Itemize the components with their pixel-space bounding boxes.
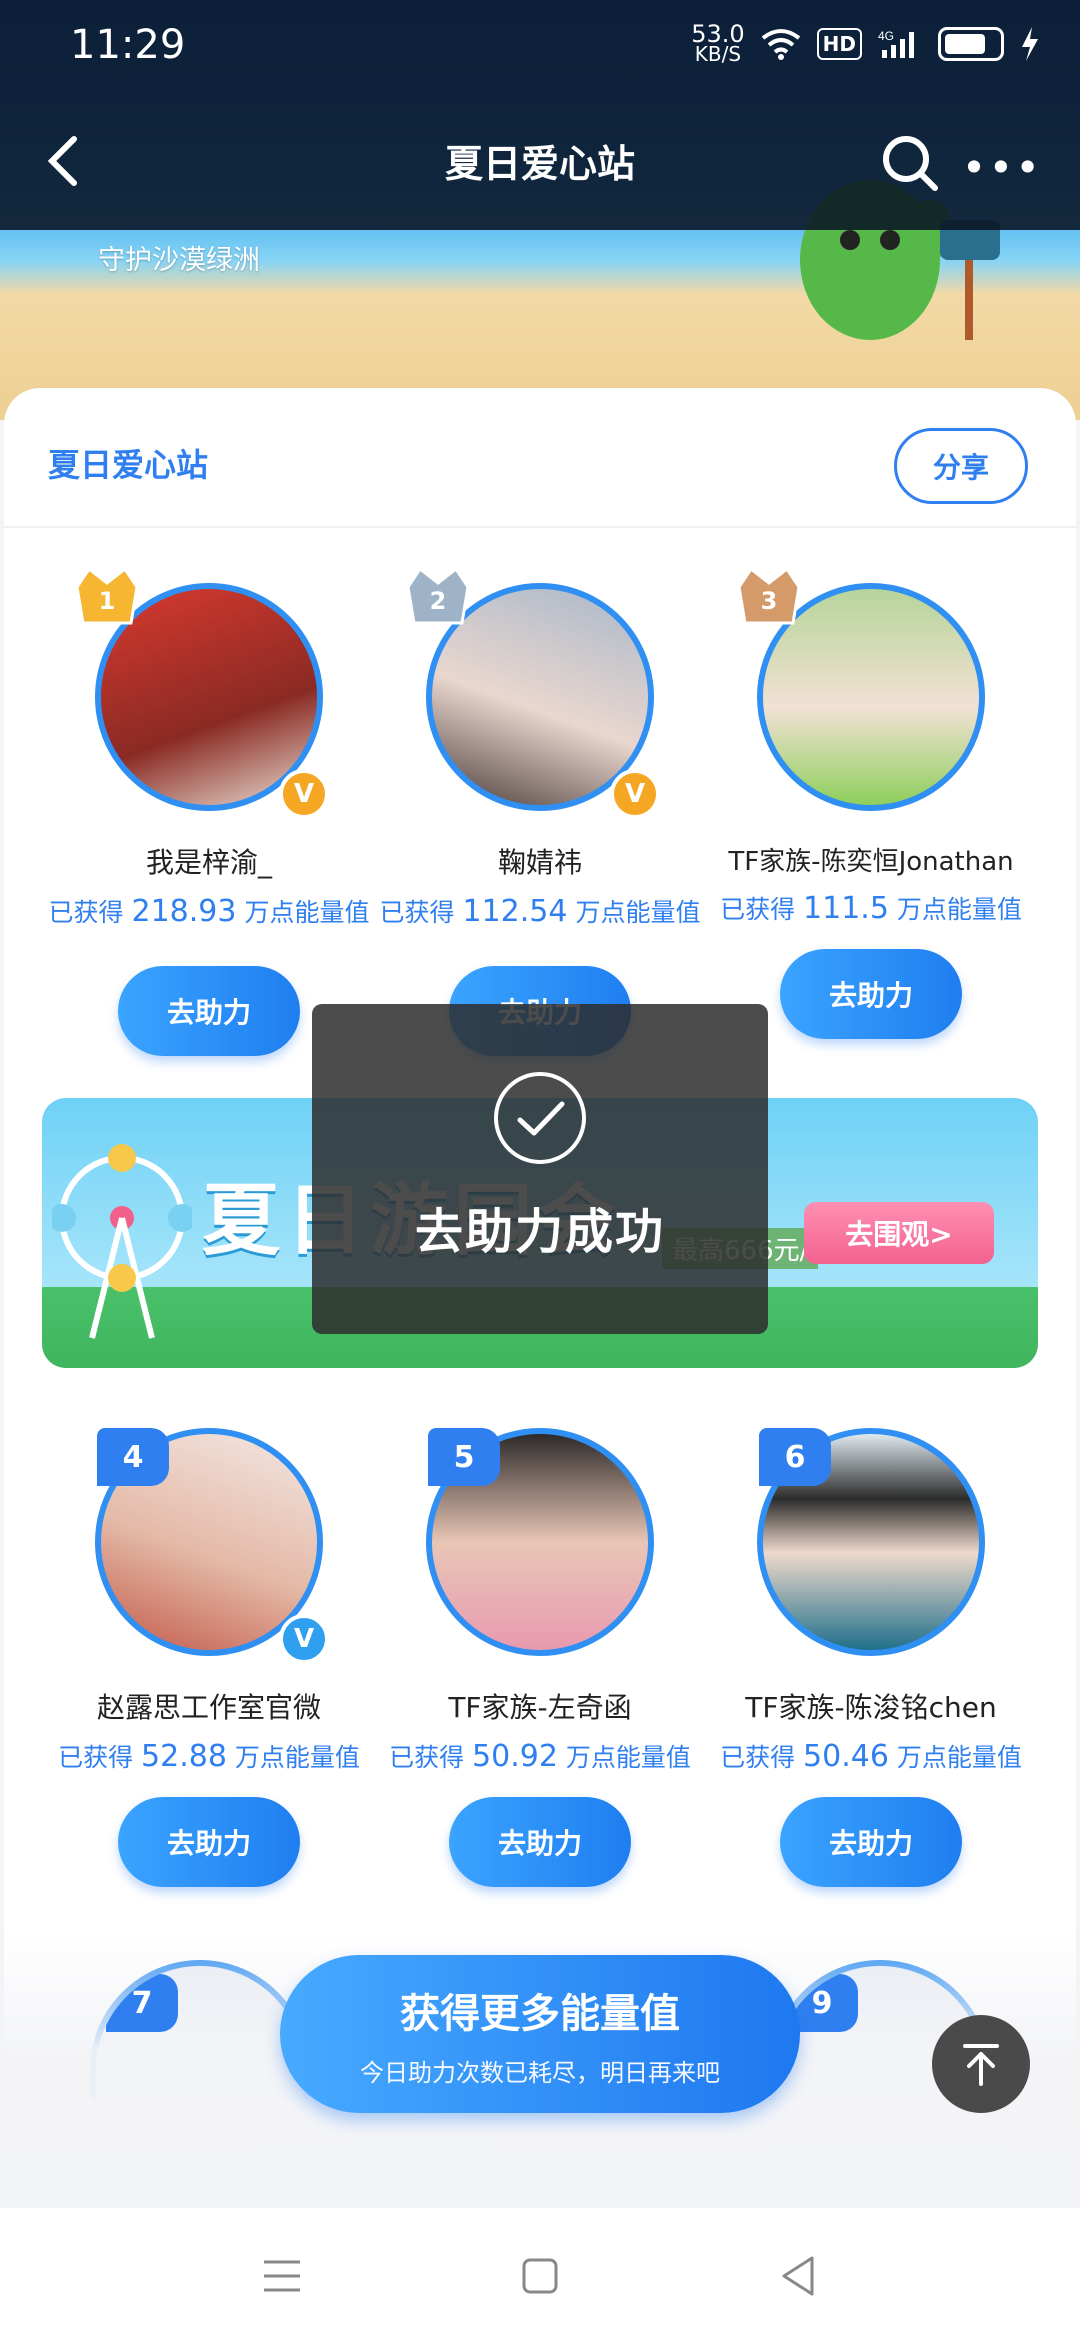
energy-value: 111.5: [803, 891, 889, 926]
top-nav: 夏日爱心站 •••: [0, 115, 1080, 205]
speed-unit: KB/S: [694, 42, 742, 66]
network-speed: 53.0 KB/S: [691, 20, 745, 66]
card-title: 夏日爱心站: [48, 446, 209, 484]
help-button[interactable]: 去助力: [449, 1797, 631, 1887]
back-to-top-button[interactable]: [932, 2015, 1030, 2113]
rank-badge: 7: [106, 1974, 178, 2032]
success-toast: 去助力成功: [312, 1004, 768, 1334]
energy-suffix: 万点能量值: [244, 898, 370, 927]
wifi-icon: [761, 29, 800, 60]
verified-gold-icon: V: [610, 769, 660, 819]
help-button[interactable]: 去助力: [118, 966, 300, 1056]
energy-prefix: 已获得: [389, 1743, 465, 1772]
charging-icon: [1022, 27, 1038, 61]
banner-watch-button[interactable]: 去围观>: [804, 1202, 994, 1264]
speed-value: 53.0: [691, 20, 745, 48]
divider: [4, 526, 1076, 528]
star-name: TF家族-陈奕恒Jonathan: [728, 847, 1014, 877]
energy-text: 已获得 218.93 万点能量值: [44, 893, 374, 932]
toast-text: 去助力成功: [414, 1204, 665, 1260]
energy-text: 已获得 52.88 万点能量值: [44, 1738, 374, 1777]
energy-suffix: 万点能量值: [234, 1743, 360, 1772]
star-card-3: 3 TF家族-陈奕恒Jonathan 已获得 111.5 万点能量值 去助力: [706, 566, 1036, 1039]
status-icons: 53.0 KB/S HD 4G: [691, 20, 1040, 66]
energy-value: 50.92: [472, 1739, 558, 1774]
star-card-4: 4 V 赵露思工作室官微 已获得 52.88 万点能量值 去助力: [44, 1428, 374, 1887]
energy-value: 218.93: [131, 894, 237, 929]
rank-badge: 6: [759, 1428, 831, 1486]
back-triangle-icon[interactable]: [774, 2252, 822, 2300]
energy-prefix: 已获得: [58, 1743, 134, 1772]
energy-prefix: 已获得: [48, 898, 124, 927]
svg-text:4G: 4G: [878, 29, 894, 43]
star-card-6: 6 TF家族-陈浚铭chen 已获得 50.46 万点能量值 去助力: [706, 1428, 1036, 1887]
energy-suffix: 万点能量值: [575, 898, 701, 927]
menu-icon[interactable]: [258, 2252, 306, 2300]
star-name: TF家族-左奇函: [448, 1691, 632, 1724]
star-card-5: 5 TF家族-左奇函 已获得 50.92 万点能量值 去助力: [375, 1428, 705, 1887]
energy-prefix: 已获得: [379, 898, 455, 927]
energy-text: 已获得 111.5 万点能量值: [706, 890, 1036, 929]
help-button[interactable]: 去助力: [118, 1797, 300, 1887]
signal-icon: 4G: [878, 29, 914, 58]
star-name: 鞠婧祎: [497, 846, 582, 879]
page: 11:29 53.0 KB/S HD 4G 夏日爱心站 ••• 守护沙漠绿洲 夏…: [0, 0, 1080, 2340]
share-button[interactable]: 分享: [894, 428, 1028, 504]
rank-badge: 5: [428, 1428, 500, 1486]
energy-prefix: 已获得: [720, 895, 796, 924]
star-name: TF家族-陈浚铭chen: [745, 1691, 997, 1724]
battery-icon: [938, 27, 1004, 61]
energy-text: 已获得 50.46 万点能量值: [706, 1738, 1036, 1777]
hd-badge: HD: [816, 28, 862, 60]
arrow-up-icon: [963, 2044, 999, 2086]
system-nav-bar: [0, 2208, 1080, 2340]
home-icon[interactable]: [516, 2252, 564, 2300]
ferris-wheel-icon: [52, 1144, 192, 1339]
get-more-energy-button[interactable]: 获得更多能量值 今日助力次数已耗尽，明日再来吧: [280, 1955, 800, 2113]
hero-subtitle: 守护沙漠绿洲: [98, 245, 260, 276]
energy-value: 52.88: [141, 1739, 227, 1774]
status-time: 11:29: [70, 22, 186, 68]
cta-subtitle: 今日助力次数已耗尽，明日再来吧: [360, 2059, 720, 2087]
check-circle-icon: [494, 1072, 586, 1164]
crown-bronze-icon: [737, 566, 801, 625]
help-button[interactable]: 去助力: [780, 1797, 962, 1887]
search-icon[interactable]: [880, 133, 940, 193]
more-icon[interactable]: •••: [962, 143, 1042, 192]
crown-silver-icon: [406, 566, 470, 625]
star-name: 赵露思工作室官微: [96, 1691, 321, 1724]
energy-value: 112.54: [462, 894, 568, 929]
star-card-2: 2 V 鞠婧祎 已获得 112.54 万点能量值 去助力: [375, 566, 705, 1056]
star-name: 我是梓渝_: [145, 846, 272, 879]
star-card-1: 1 V 我是梓渝_ 已获得 218.93 万点能量值 去助力: [44, 566, 374, 1056]
help-button[interactable]: 去助力: [780, 949, 962, 1039]
back-arrow-icon[interactable]: [40, 133, 90, 189]
energy-text: 已获得 50.92 万点能量值: [375, 1738, 705, 1777]
cta-title: 获得更多能量值: [400, 1991, 680, 2037]
verified-blue-icon: V: [279, 1614, 329, 1664]
rank-badge: 4: [97, 1428, 169, 1486]
energy-text: 已获得 112.54 万点能量值: [375, 893, 705, 932]
energy-value: 50.46: [803, 1739, 889, 1774]
energy-prefix: 已获得: [720, 1743, 796, 1772]
energy-suffix: 万点能量值: [896, 1743, 1022, 1772]
verified-gold-icon: V: [279, 769, 329, 819]
energy-suffix: 万点能量值: [565, 1743, 691, 1772]
crown-gold-icon: [75, 566, 139, 625]
energy-suffix: 万点能量值: [896, 895, 1022, 924]
page-title: 夏日爱心站: [444, 141, 635, 186]
